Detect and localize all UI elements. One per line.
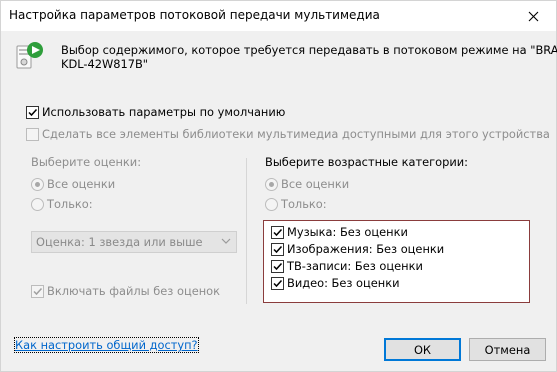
- cancel-button-label: Отмена: [484, 342, 531, 357]
- age-all-label[interactable]: Все оценки: [281, 177, 349, 191]
- checkmark-icon: [273, 245, 283, 254]
- use-defaults-checkbox[interactable]: [26, 106, 39, 119]
- checkmark-icon: [273, 228, 283, 237]
- make-all-available-label[interactable]: Сделать все элементы библиотеки мультиме…: [42, 127, 550, 141]
- age-item-label[interactable]: Видео: Без оценки: [287, 276, 400, 290]
- window-title: Настройка параметров потоковой передачи …: [9, 8, 380, 22]
- use-defaults-label[interactable]: Использовать параметры по умолчанию: [42, 105, 285, 119]
- checkmark-icon: [33, 287, 43, 296]
- age-item-checkbox[interactable]: [271, 277, 284, 290]
- column-divider: [246, 158, 247, 304]
- age-only-label[interactable]: Только:: [281, 197, 327, 211]
- ratings-only-radio[interactable]: [31, 198, 44, 211]
- ratings-all-label[interactable]: Все оценки: [47, 177, 115, 191]
- close-button[interactable]: [510, 1, 556, 31]
- close-icon: [528, 11, 538, 21]
- chevron-down-icon: [221, 238, 231, 244]
- ok-button[interactable]: ОК: [384, 338, 461, 361]
- help-link[interactable]: Как настроить общий доступ?: [14, 337, 199, 353]
- make-all-available-checkbox[interactable]: [26, 128, 39, 141]
- ok-button-label: ОК: [413, 342, 432, 357]
- age-all-radio[interactable]: [265, 178, 278, 191]
- checkmark-icon: [273, 262, 283, 271]
- ratings-only-label[interactable]: Только:: [47, 197, 93, 211]
- rating-select[interactable]: Оценка: 1 звезда или выше: [31, 231, 237, 253]
- title-bar: Настройка параметров потоковой передачи …: [1, 1, 556, 31]
- age-item-label[interactable]: ТВ-записи: Без оценки: [287, 259, 423, 273]
- age-item-checkbox[interactable]: [271, 243, 284, 256]
- age-heading: Выберите возрастные категории:: [265, 155, 468, 169]
- ratings-heading: Выберите оценки:: [31, 155, 142, 169]
- age-item-checkbox[interactable]: [271, 226, 284, 239]
- age-item-label[interactable]: Музыка: Без оценки: [287, 225, 408, 239]
- checkmark-icon: [28, 108, 38, 117]
- include-unrated-label[interactable]: Включать файлы без оценок: [47, 284, 220, 298]
- age-item-label[interactable]: Изображения: Без оценки: [287, 242, 444, 256]
- age-category-list: Музыка: Без оценки Изображения: Без оцен…: [263, 220, 530, 303]
- header-text-line1: Выбор содержимого, которое требуется пер…: [61, 43, 557, 57]
- age-item-checkbox[interactable]: [271, 260, 284, 273]
- rating-select-value: Оценка: 1 звезда или выше: [36, 235, 203, 249]
- checkmark-icon: [273, 279, 283, 288]
- media-streaming-device-icon: [14, 40, 46, 72]
- ratings-all-radio[interactable]: [31, 178, 44, 191]
- header-text-line2: KDL-42W817B": [61, 57, 149, 71]
- cancel-button[interactable]: Отмена: [469, 338, 546, 361]
- age-only-radio[interactable]: [265, 198, 278, 211]
- include-unrated-checkbox[interactable]: [31, 285, 44, 298]
